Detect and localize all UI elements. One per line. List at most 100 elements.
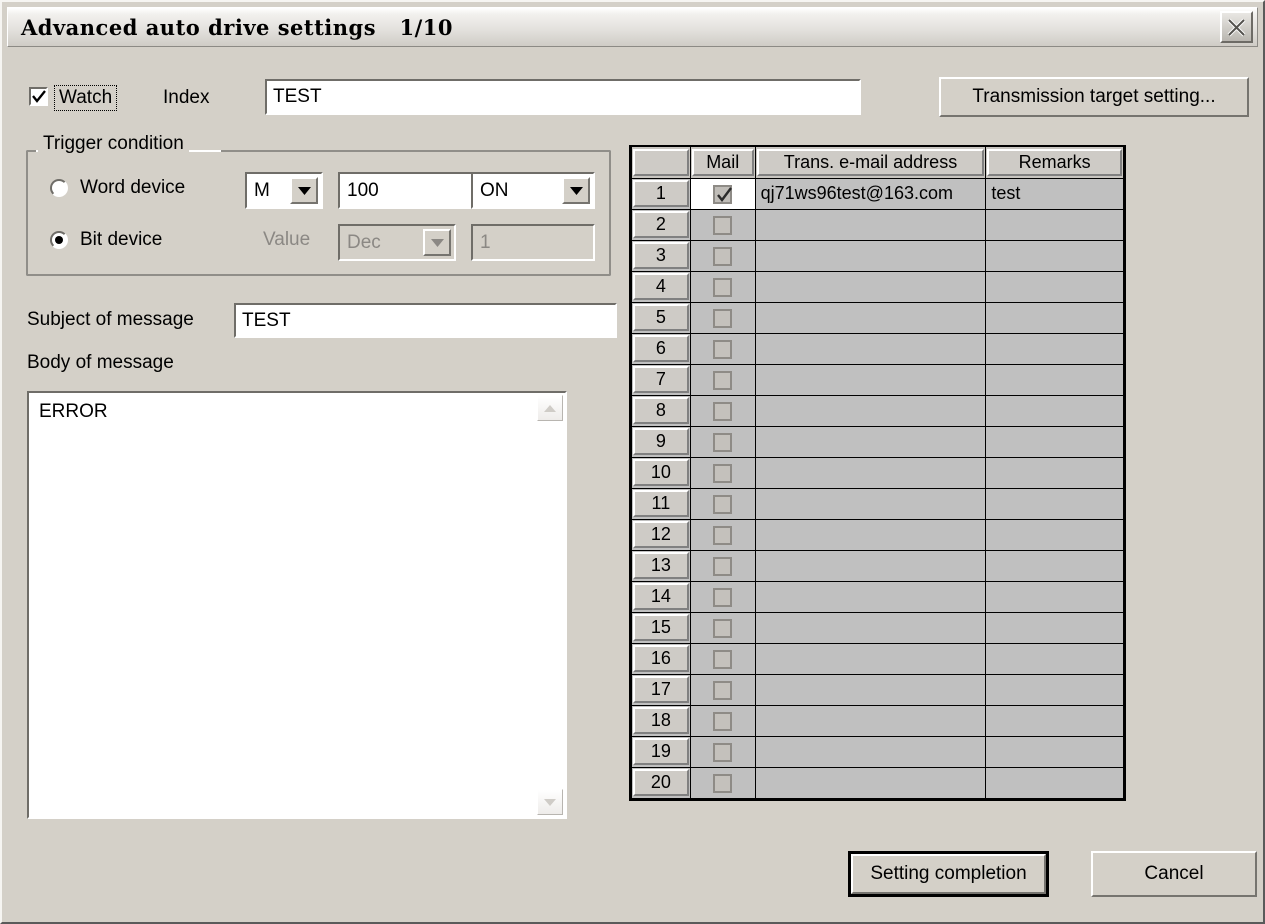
row-number-cell[interactable]: 14 <box>631 580 691 613</box>
row-number-cell[interactable]: 16 <box>631 642 691 675</box>
device-state-combo[interactable]: ON <box>471 172 595 209</box>
remarks-cell[interactable] <box>985 580 1124 613</box>
mail-checkbox-cell[interactable] <box>689 673 756 706</box>
mail-checkbox-cell[interactable] <box>689 363 756 396</box>
table-row[interactable]: 13 <box>631 549 1124 582</box>
email-address-cell[interactable] <box>754 301 987 334</box>
remarks-cell[interactable] <box>985 673 1124 706</box>
value-number-input[interactable]: 1 <box>471 224 595 261</box>
mail-checkbox-cell[interactable] <box>689 704 756 737</box>
email-address-cell[interactable] <box>754 487 987 520</box>
remarks-cell[interactable] <box>985 611 1124 644</box>
table-row[interactable]: 8 <box>631 394 1124 427</box>
email-address-cell[interactable]: qj71ws96test@163.com <box>754 177 987 210</box>
watch-checkbox[interactable] <box>29 87 48 106</box>
mail-checkbox-cell[interactable] <box>689 301 756 334</box>
remarks-cell[interactable] <box>985 487 1124 520</box>
row-number-cell[interactable]: 4 <box>631 270 691 303</box>
mail-checkbox-cell[interactable] <box>689 487 756 520</box>
value-format-combo[interactable]: Dec <box>338 224 456 261</box>
table-row[interactable]: 16 <box>631 642 1124 675</box>
mail-checkbox[interactable] <box>713 525 733 545</box>
remarks-cell[interactable] <box>985 332 1124 365</box>
mail-checkbox-cell[interactable] <box>689 425 756 458</box>
mail-checkbox[interactable] <box>713 587 733 607</box>
email-address-cell[interactable] <box>754 239 987 272</box>
table-row[interactable]: 18 <box>631 704 1124 737</box>
remarks-cell[interactable] <box>985 301 1124 334</box>
row-number-cell[interactable]: 6 <box>631 332 691 365</box>
row-number-cell[interactable]: 3 <box>631 239 691 272</box>
mail-checkbox[interactable] <box>713 215 733 235</box>
mail-checkbox-cell[interactable] <box>689 208 756 241</box>
mail-checkbox-cell[interactable] <box>689 270 756 303</box>
table-row[interactable]: 10 <box>631 456 1124 489</box>
remarks-cell[interactable] <box>985 394 1124 427</box>
email-address-cell[interactable] <box>754 673 987 706</box>
index-input[interactable]: TEST <box>265 79 861 115</box>
remarks-cell[interactable] <box>985 549 1124 582</box>
remarks-cell[interactable] <box>985 208 1124 241</box>
remarks-cell[interactable] <box>985 363 1124 396</box>
email-address-cell[interactable] <box>754 456 987 489</box>
email-address-cell[interactable] <box>754 580 987 613</box>
column-header-remarks[interactable]: Remarks <box>985 147 1124 179</box>
email-address-cell[interactable] <box>754 766 987 799</box>
row-number-cell[interactable]: 10 <box>631 456 691 489</box>
close-button[interactable] <box>1220 11 1253 43</box>
subject-of-message-input[interactable]: TEST <box>234 303 617 338</box>
table-row[interactable]: 2 <box>631 208 1124 241</box>
mail-checkbox[interactable] <box>713 680 733 700</box>
column-header-mail[interactable]: Mail <box>689 147 756 179</box>
table-row[interactable]: 4 <box>631 270 1124 303</box>
body-of-message-textarea[interactable]: ERROR <box>27 391 567 819</box>
row-number-cell[interactable]: 15 <box>631 611 691 644</box>
setting-completion-button[interactable]: Setting completion <box>848 851 1049 897</box>
email-address-cell[interactable] <box>754 518 987 551</box>
mail-checkbox[interactable] <box>713 556 733 576</box>
bit-device-radio[interactable] <box>50 231 68 249</box>
email-address-cell[interactable] <box>754 425 987 458</box>
device-type-combo[interactable]: M <box>245 172 323 209</box>
email-address-cell[interactable] <box>754 208 987 241</box>
row-number-cell[interactable]: 13 <box>631 549 691 582</box>
transmission-target-setting-button[interactable]: Transmission target setting... <box>939 77 1249 117</box>
row-number-cell[interactable]: 17 <box>631 673 691 706</box>
row-number-cell[interactable]: 9 <box>631 425 691 458</box>
remarks-cell[interactable] <box>985 518 1124 551</box>
mail-checkbox[interactable] <box>713 432 733 452</box>
table-row[interactable]: 6 <box>631 332 1124 365</box>
row-number-cell[interactable]: 12 <box>631 518 691 551</box>
mail-checkbox-cell[interactable] <box>689 580 756 613</box>
row-number-cell[interactable]: 7 <box>631 363 691 396</box>
column-header-number[interactable] <box>631 147 691 179</box>
table-row[interactable]: 11 <box>631 487 1124 520</box>
remarks-cell[interactable] <box>985 270 1124 303</box>
mail-checkbox-cell[interactable] <box>689 549 756 582</box>
mail-checkbox[interactable] <box>713 711 733 731</box>
mail-checkbox[interactable] <box>713 308 733 328</box>
mail-checkbox-cell[interactable] <box>689 766 756 799</box>
row-number-cell[interactable]: 2 <box>631 208 691 241</box>
remarks-cell[interactable] <box>985 456 1124 489</box>
cancel-button[interactable]: Cancel <box>1091 851 1257 897</box>
mail-checkbox-cell[interactable] <box>689 518 756 551</box>
mail-checkbox[interactable] <box>713 742 733 762</box>
mail-checkbox[interactable] <box>713 277 733 297</box>
row-number-cell[interactable]: 8 <box>631 394 691 427</box>
mail-checkbox[interactable] <box>713 401 733 421</box>
mail-checkbox[interactable] <box>713 370 733 390</box>
scroll-down-button[interactable] <box>537 789 563 815</box>
mail-checkbox[interactable] <box>713 618 733 638</box>
remarks-cell[interactable] <box>985 425 1124 458</box>
email-address-cell[interactable] <box>754 642 987 675</box>
mail-checkbox-cell[interactable] <box>689 456 756 489</box>
mail-checkbox-cell[interactable] <box>689 735 756 768</box>
email-address-cell[interactable] <box>754 549 987 582</box>
email-address-cell[interactable] <box>754 394 987 427</box>
mail-checkbox[interactable] <box>713 184 733 204</box>
row-number-cell[interactable]: 5 <box>631 301 691 334</box>
mail-checkbox-cell[interactable] <box>689 332 756 365</box>
row-number-cell[interactable]: 19 <box>631 735 691 768</box>
table-row[interactable]: 14 <box>631 580 1124 613</box>
